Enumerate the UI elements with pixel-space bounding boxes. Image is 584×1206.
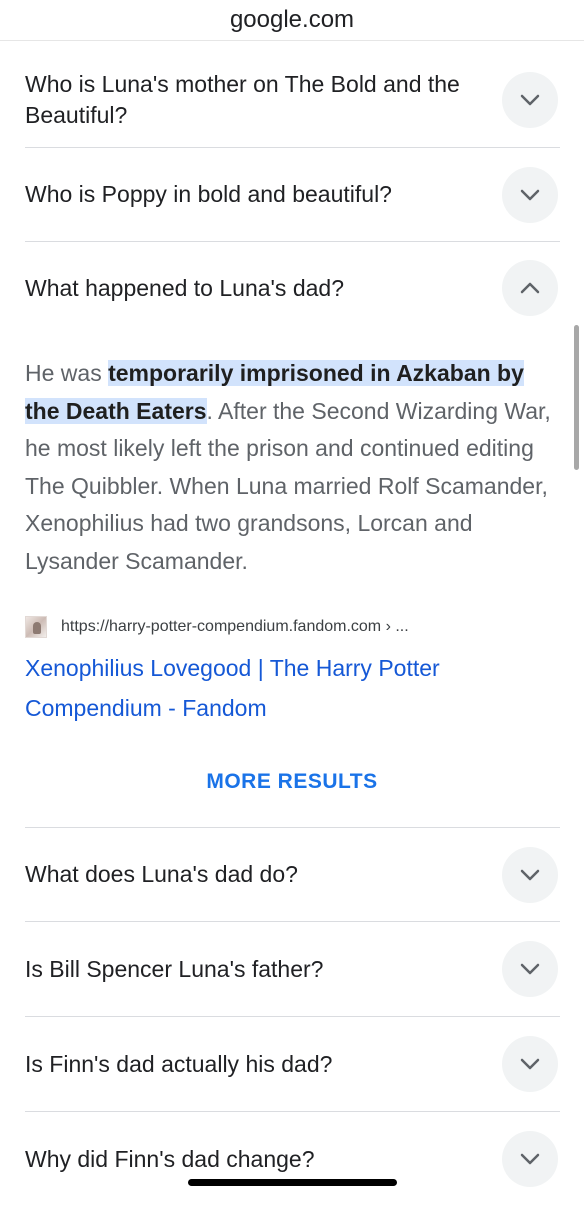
home-indicator[interactable] (188, 1179, 397, 1186)
question-label: Why did Finn's dad change? (25, 1145, 315, 1172)
question-label: Is Finn's dad actually his dad? (25, 1050, 333, 1077)
question-row-luna-dad-job[interactable]: What does Luna's dad do? (25, 828, 560, 922)
question-row-finn-dad-change[interactable]: Why did Finn's dad change? (25, 1112, 560, 1206)
chevron-up-icon[interactable] (502, 260, 558, 316)
chevron-down-icon[interactable] (502, 71, 558, 128)
source-url[interactable]: https://harry-potter-compendium.fandom.c… (61, 618, 409, 636)
chevron-down-icon[interactable] (502, 166, 558, 223)
site-favicon-icon (25, 616, 47, 638)
answer-prefix: He was (25, 360, 109, 386)
answer-text: He was temporarily imprisoned in Azkaban… (25, 355, 560, 580)
more-results-button[interactable]: MORE RESULTS (0, 770, 584, 794)
question-row-finn-dad[interactable]: Is Finn's dad actually his dad? (25, 1017, 560, 1112)
source-title-link[interactable]: Xenophilius Lovegood | The Harry Potter … (25, 648, 545, 728)
url-text: google.com (229, 6, 355, 33)
question-row-luna-dad-expanded[interactable]: What happened to Luna's dad? (25, 242, 560, 334)
browser-url-bar[interactable]: google.com (0, 0, 584, 41)
chevron-down-icon[interactable] (502, 1131, 558, 1187)
question-label: Is Bill Spencer Luna's father? (25, 955, 324, 982)
question-label: Who is Luna's mother on The Bold and the… (25, 70, 460, 128)
question-label: What does Luna's dad do? (25, 861, 298, 887)
question-row-poppy[interactable]: Who is Poppy in bold and beautiful? (25, 148, 560, 242)
question-label: Who is Poppy in bold and beautiful? (25, 181, 392, 207)
question-label: What happened to Luna's dad? (25, 274, 344, 301)
question-row-luna-mother[interactable]: Who is Luna's mother on The Bold and the… (25, 52, 560, 148)
chevron-down-icon[interactable] (502, 941, 558, 997)
source-citation[interactable]: https://harry-potter-compendium.fandom.c… (25, 613, 409, 641)
chevron-down-icon[interactable] (502, 1036, 558, 1092)
question-row-bill-spencer[interactable]: Is Bill Spencer Luna's father? (25, 922, 560, 1017)
scrollbar[interactable] (574, 325, 579, 470)
chevron-down-icon[interactable] (502, 846, 558, 903)
